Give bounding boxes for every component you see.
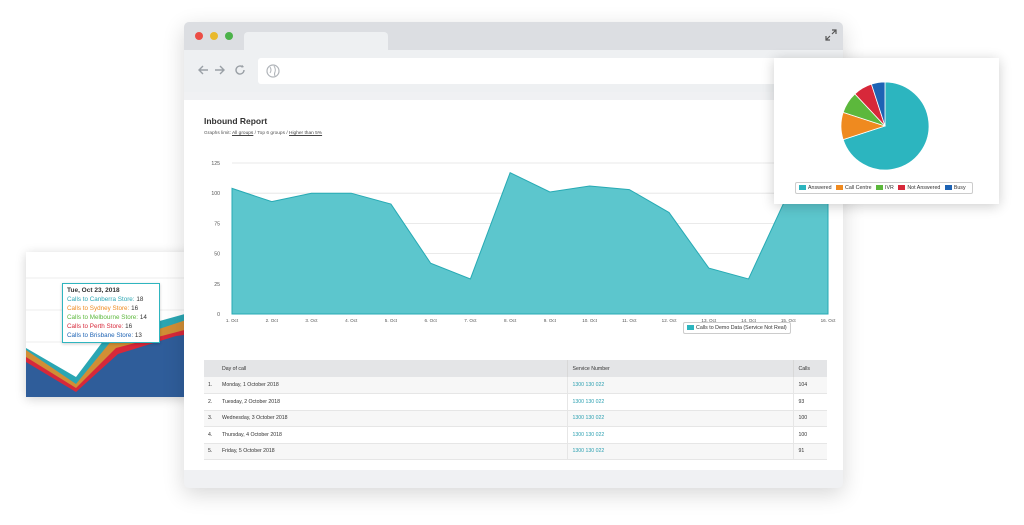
maximize-window-icon[interactable]	[225, 32, 233, 40]
x-tick-label: 5. Oct	[385, 318, 398, 322]
y-axis-labels: 0 25 50 75 100 125	[211, 161, 220, 318]
graph-limit-line: Graphs limit: All groups / Top 6 groups …	[204, 131, 323, 136]
y-tick-label: 125	[211, 161, 220, 167]
row-day: Friday, 5 October 2018	[222, 448, 275, 455]
calls-area	[231, 171, 829, 315]
pie-legend-item[interactable]: Busy	[944, 183, 966, 193]
reload-icon[interactable]	[234, 64, 246, 76]
x-tick-label: 8. Oct	[504, 318, 517, 322]
row-calls: 104	[792, 377, 827, 394]
tooltip-row-brisbane: Calls to Brisbane Store: 13	[67, 332, 142, 339]
tooltip-date: Tue, Oct 23, 2018	[67, 287, 120, 294]
row-number: 3.	[208, 415, 213, 422]
chart-tooltip: Tue, Oct 23, 2018 Calls to Canberra Stor…	[62, 283, 160, 343]
table-row: 4. Thursday, 4 October 2018 1300 130 022…	[204, 426, 827, 443]
pie-legend-item[interactable]: Not Answered	[898, 183, 940, 193]
row-day: Monday, 1 October 2018	[222, 382, 279, 388]
y-tick-label: 25	[214, 282, 220, 288]
pie-legend-item[interactable]: Answered	[799, 183, 832, 193]
header-service[interactable]: Service Number	[566, 360, 793, 377]
expand-icon[interactable]	[825, 29, 837, 41]
row-number: 5.	[208, 448, 213, 455]
page-content: Inbound Report Graphs limit: All groups …	[184, 100, 843, 470]
address-bar[interactable]	[258, 58, 828, 84]
globe-icon	[266, 64, 280, 78]
legend-swatch	[898, 184, 906, 190]
header-day[interactable]: Day of call	[204, 360, 567, 377]
pie-chart	[840, 81, 930, 171]
row-calls: 100	[792, 410, 827, 427]
row-calls: 100	[792, 426, 827, 443]
legend-swatch	[836, 184, 844, 190]
row-service-link[interactable]: 1300 130 022	[566, 443, 793, 460]
legend-swatch	[687, 324, 694, 330]
header-calls[interactable]: Calls	[792, 360, 827, 377]
tooltip-row-perth: Calls to Perth Store: 16	[67, 323, 133, 330]
y-tick-label: 0	[217, 312, 220, 318]
row-service-link[interactable]: 1300 130 022	[566, 410, 793, 427]
x-tick-label: 2. Oct	[266, 318, 279, 322]
x-tick-label: 4. Oct	[345, 318, 358, 322]
legend-swatch	[799, 184, 806, 190]
x-tick-label: 9. Oct	[544, 318, 557, 322]
row-service-link[interactable]: 1300 130 022	[566, 426, 793, 443]
row-number: 4.	[208, 431, 213, 438]
table-row: 3. Wednesday, 3 October 2018 1300 130 02…	[204, 410, 827, 427]
tooltip-row-canberra: Calls to Canberra Store: 18	[67, 296, 144, 303]
x-tick-label: 16. Oct	[821, 318, 837, 322]
table-row: 5. Friday, 5 October 2018 1300 130 022 9…	[204, 443, 827, 460]
close-window-icon[interactable]	[195, 32, 203, 40]
pie-chart-card: Answered Call Centre IVR Not Answered Bu…	[774, 58, 999, 204]
browser-titlebar	[184, 22, 843, 50]
browser-toolbar	[184, 50, 843, 92]
y-tick-label: 75	[214, 221, 220, 227]
row-service-link[interactable]: 1300 130 022	[566, 393, 793, 410]
row-day: Wednesday, 3 October 2018	[222, 415, 288, 422]
x-tick-label: 10. Oct	[582, 318, 598, 322]
higher-than-link[interactable]: Higher than 5%	[289, 131, 322, 136]
all-groups-link[interactable]: All groups	[232, 131, 253, 136]
legend-label: Calls to Demo Data (Service Not Real)	[696, 325, 787, 331]
marketing-composition: Tue, Oct 23, 2018 Calls to Canberra Stor…	[0, 0, 1024, 525]
browser-window: Inbound Report Graphs limit: All groups …	[184, 22, 843, 488]
legend-swatch	[944, 184, 952, 190]
y-tick-label: 100	[211, 191, 220, 197]
row-calls: 91	[792, 443, 827, 460]
forward-icon[interactable]	[214, 64, 226, 76]
row-number: 2.	[208, 398, 213, 405]
pie-legend-item[interactable]: Call Centre	[836, 183, 872, 193]
legend-swatch	[876, 184, 884, 190]
row-calls: 93	[792, 393, 827, 410]
x-tick-label: 1. Oct	[226, 318, 239, 322]
back-icon[interactable]	[197, 64, 209, 76]
pie-legend: Answered Call Centre IVR Not Answered Bu…	[795, 182, 973, 194]
row-day: Tuesday, 2 October 2018	[222, 398, 280, 405]
inbound-area-chart: 0 25 50 75 100 125 1. Oct 2. Oct 3. Oct 4. Oct 5.…	[211, 161, 837, 322]
x-tick-label: 12. Oct	[662, 318, 678, 322]
page-title: Inbound Report	[204, 116, 268, 126]
chart-legend[interactable]: Calls to Demo Data (Service Not Real)	[683, 322, 791, 334]
x-tick-label: 7. Oct	[464, 318, 477, 322]
minimize-window-icon[interactable]	[210, 32, 218, 40]
stacked-area-card: Tue, Oct 23, 2018 Calls to Canberra Stor…	[26, 252, 192, 397]
row-day: Thursday, 4 October 2018	[222, 431, 282, 438]
calls-table: Day of call Service Number Calls 1. Mond…	[204, 360, 827, 460]
browser-tab[interactable]	[244, 32, 388, 50]
row-number: 1.	[208, 382, 213, 388]
row-service-link[interactable]: 1300 130 022	[566, 377, 793, 394]
x-tick-label: 6. Oct	[425, 318, 438, 322]
table-row: 1. Monday, 1 October 2018 1300 130 022 1…	[204, 377, 827, 394]
table-header-row: Day of call Service Number Calls	[204, 360, 827, 377]
pie-legend-item[interactable]: IVR	[876, 183, 894, 193]
y-tick-label: 50	[214, 252, 220, 258]
tooltip-row-melbourne: Calls to Melbourne Store: 14	[67, 314, 147, 321]
x-tick-label: 3. Oct	[305, 318, 318, 322]
x-tick-label: 11. Oct	[622, 318, 637, 322]
tooltip-row-sydney: Calls to Sydney Store: 16	[67, 305, 139, 312]
table-row: 2. Tuesday, 2 October 2018 1300 130 022 …	[204, 393, 827, 410]
